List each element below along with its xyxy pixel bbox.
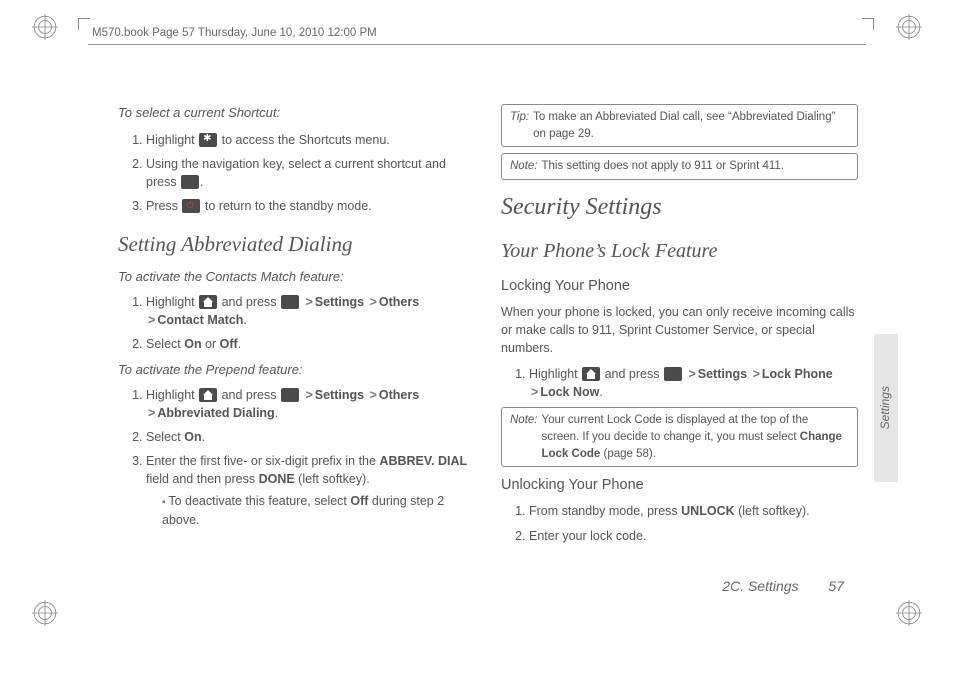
note-callout: Note: This setting does not apply to 911… — [501, 153, 858, 180]
lead-prepend: To activate the Prepend feature: — [118, 361, 475, 380]
steps-prepend: Highlight and press >Settings >Others >A… — [118, 386, 475, 529]
tip-callout: Tip: To make an Abbreviated Dial call, s… — [501, 104, 858, 147]
heading-unlocking-phone: Unlocking Your Phone — [501, 475, 858, 496]
right-column: Tip: To make an Abbreviated Dial call, s… — [501, 104, 858, 570]
steps-unlock: From standby mode, press UNLOCK (left so… — [501, 502, 858, 544]
step: Select On. — [146, 428, 475, 446]
heading-locking-phone: Locking Your Phone — [501, 276, 858, 297]
steps-contacts-match: Highlight and press >Settings >Others >C… — [118, 293, 475, 353]
step: Highlight and press >Settings >Others >A… — [146, 386, 475, 422]
step: Enter the first five- or six-digit prefi… — [146, 452, 475, 529]
section-tab: Settings — [874, 334, 898, 482]
step: From standby mode, press UNLOCK (left so… — [529, 502, 858, 520]
steps-lock: Highlight and press >Settings >Lock Phon… — [501, 365, 858, 401]
ok-key-icon — [281, 388, 299, 402]
lead-select-shortcut: To select a current Shortcut: — [118, 104, 475, 123]
callout-label: Note: — [510, 412, 538, 462]
step: Highlight and press >Settings >Others >C… — [146, 293, 475, 329]
step: Select On or Off. — [146, 335, 475, 353]
reg-mark-icon — [32, 600, 58, 626]
callout-label: Note: — [510, 158, 538, 175]
footer-page-number: 57 — [828, 578, 844, 594]
page-footer: 2C. Settings 57 — [722, 576, 844, 596]
doc-header: M570.book Page 57 Thursday, June 10, 201… — [88, 22, 866, 45]
home-key-icon — [199, 388, 217, 402]
doc-header-text: M570.book Page 57 Thursday, June 10, 201… — [92, 27, 377, 39]
callout-label: Tip: — [510, 109, 529, 142]
lead-contacts-match: To activate the Contacts Match feature: — [118, 268, 475, 287]
footer-section: 2C. Settings — [722, 578, 798, 594]
page-body: To select a current Shortcut: Highlight … — [118, 104, 858, 570]
step: Using the navigation key, select a curre… — [146, 155, 475, 191]
end-key-icon — [182, 199, 200, 213]
home-key-icon — [199, 295, 217, 309]
callout-text: To make an Abbreviated Dial call, see “A… — [533, 109, 849, 142]
home-key-icon — [582, 367, 600, 381]
ok-key-icon — [181, 175, 199, 189]
section-tab-label: Settings — [877, 386, 894, 429]
star-key-icon — [199, 133, 217, 147]
reg-mark-icon — [32, 14, 58, 40]
para-lock-desc: When your phone is locked, you can only … — [501, 303, 858, 357]
ok-key-icon — [664, 367, 682, 381]
heading-lock-feature: Your Phone’s Lock Feature — [501, 237, 858, 266]
callout-text: Your current Lock Code is displayed at t… — [542, 412, 850, 462]
step: Highlight and press >Settings >Lock Phon… — [529, 365, 858, 401]
reg-mark-icon — [896, 14, 922, 40]
left-column: To select a current Shortcut: Highlight … — [118, 104, 475, 570]
note-callout: Note: Your current Lock Code is displaye… — [501, 407, 858, 467]
heading-abbrev-dialing: Setting Abbreviated Dialing — [118, 229, 475, 259]
step: Enter your lock code. — [529, 527, 858, 545]
steps-shortcut: Highlight to access the Shortcuts menu. … — [118, 131, 475, 216]
ok-key-icon — [281, 295, 299, 309]
step: Press to return to the standby mode. — [146, 197, 475, 215]
reg-mark-icon — [896, 600, 922, 626]
step: Highlight to access the Shortcuts menu. — [146, 131, 475, 149]
substep: To deactivate this feature, select Off d… — [162, 492, 475, 529]
heading-security-settings: Security Settings — [501, 190, 858, 225]
substeps: To deactivate this feature, select Off d… — [146, 492, 475, 529]
callout-text: This setting does not apply to 911 or Sp… — [542, 158, 850, 175]
